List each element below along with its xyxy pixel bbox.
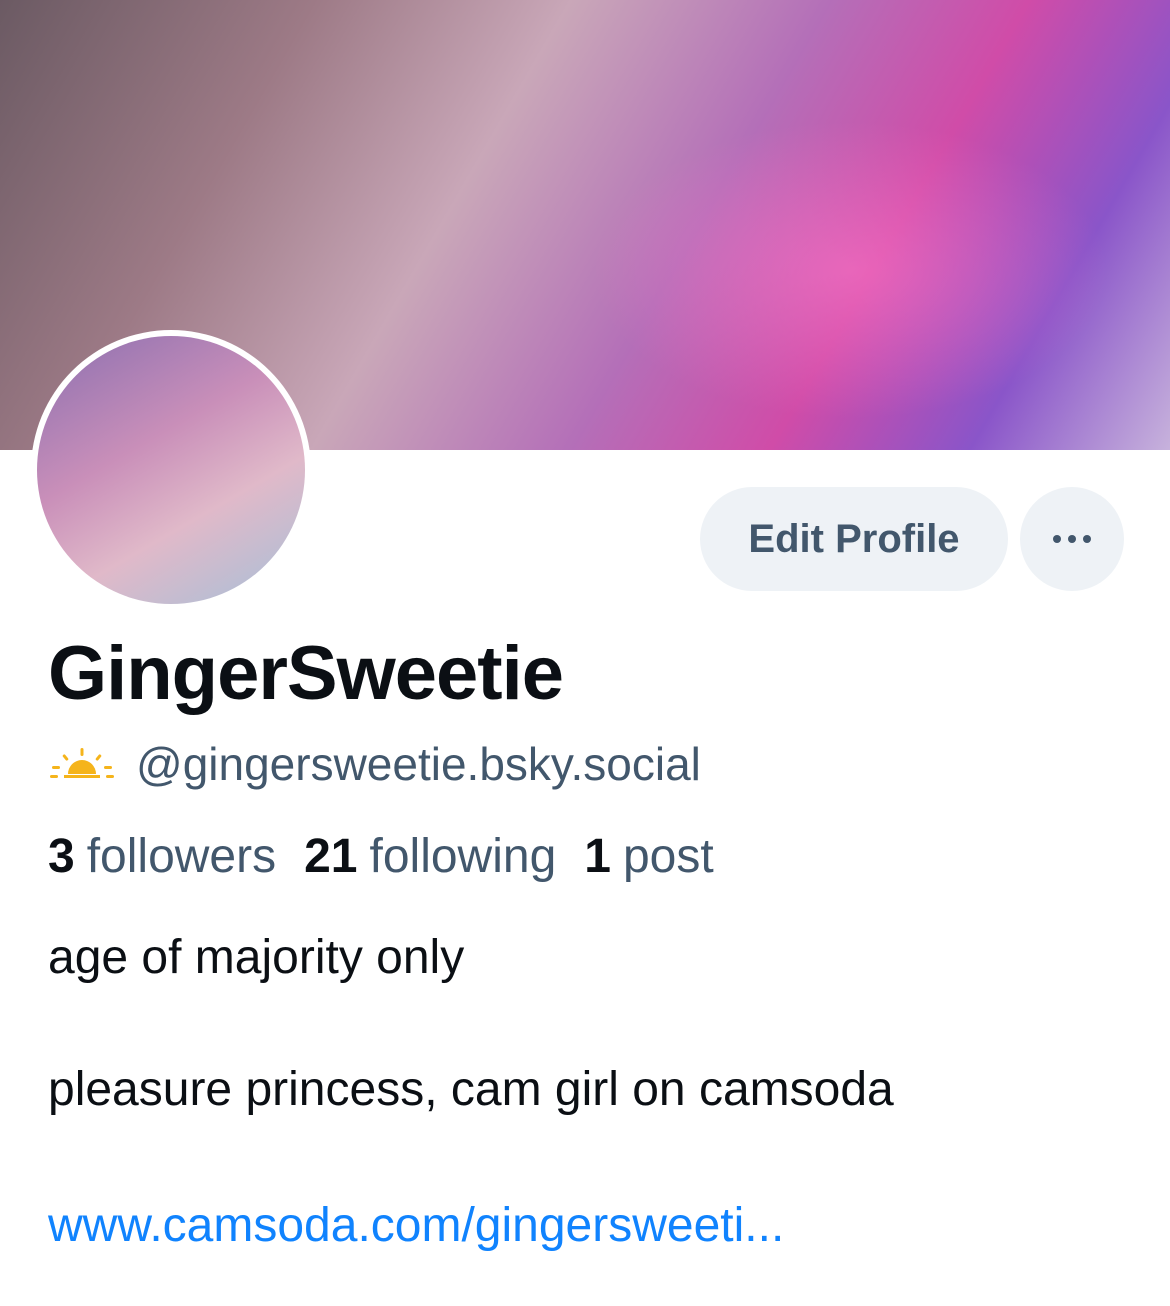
edit-profile-button[interactable]: Edit Profile [700, 487, 1008, 591]
followers-label[interactable]: followers [87, 829, 276, 884]
bio-line: age of majority only [48, 931, 465, 984]
banner-glow [590, 120, 1110, 420]
display-name: GingerSweetie [48, 631, 564, 716]
sunrise-icon [50, 748, 114, 778]
avatar[interactable] [37, 336, 305, 604]
ellipsis-dot [1083, 535, 1091, 543]
ellipsis-icon [1053, 535, 1061, 543]
handle-row: @gingersweetie.bsky.social [50, 736, 701, 792]
more-options-button[interactable] [1020, 487, 1124, 591]
posts-count: 1 [584, 829, 611, 883]
handle[interactable]: @gingersweetie.bsky.social [136, 737, 701, 791]
bio-line: pleasure princess, cam girl on camsoda [48, 1063, 894, 1116]
ellipsis-dot [1068, 535, 1076, 543]
following-count[interactable]: 21 [304, 829, 357, 884]
posts-label: post [622, 829, 714, 883]
bio-link[interactable]: www.camsoda.com/gingersweeti... [48, 1198, 784, 1253]
avatar-ring[interactable] [31, 330, 311, 610]
following-label[interactable]: following [370, 829, 557, 884]
profile-stats: 3 followers 21 following 1 post [48, 826, 742, 886]
followers-count[interactable]: 3 [48, 829, 75, 884]
